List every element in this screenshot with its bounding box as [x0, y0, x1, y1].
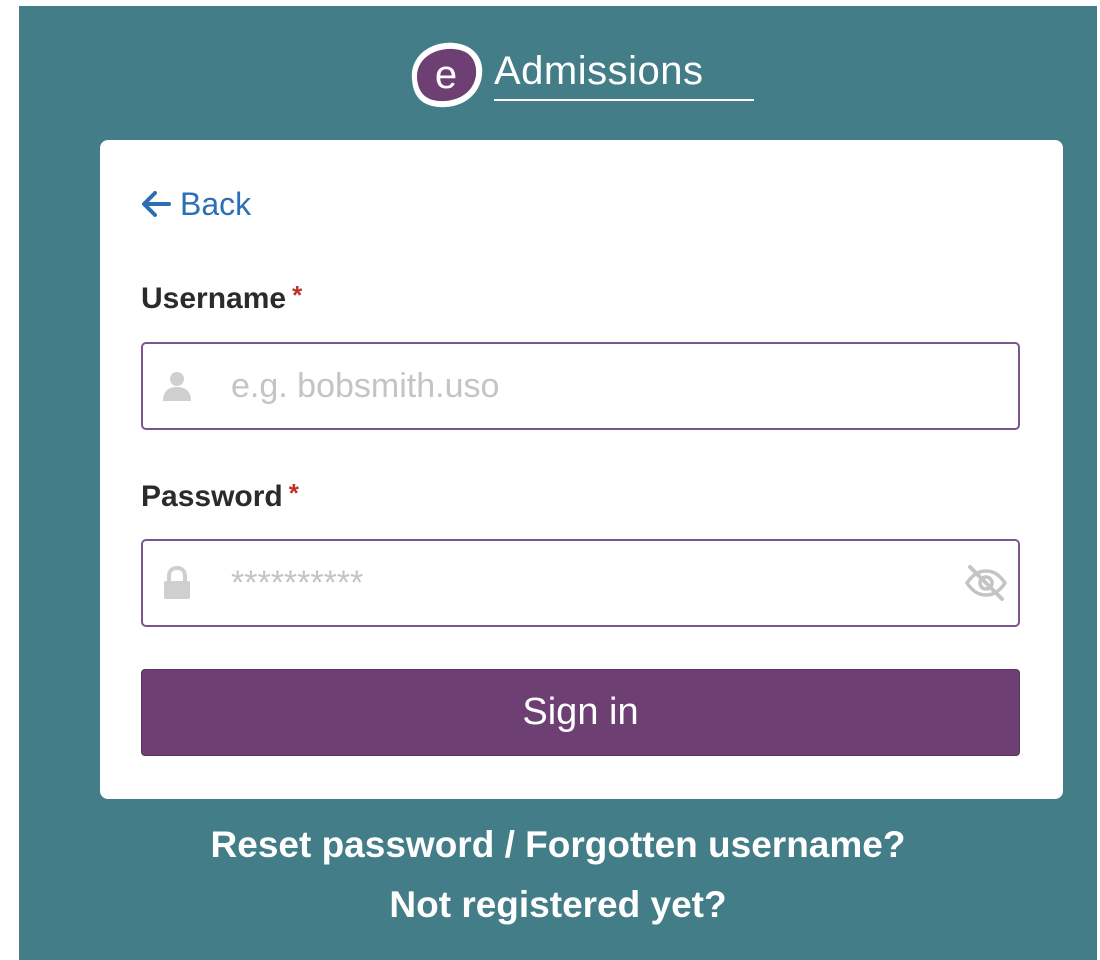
logo-underline — [494, 99, 754, 101]
password-field[interactable] — [141, 539, 1020, 627]
logo-mark-letter: e — [435, 53, 457, 97]
required-marker: * — [292, 280, 303, 310]
logo-text: Admissions — [494, 49, 704, 93]
login-page: e Admissions Back Username* Password* — [19, 6, 1097, 960]
username-label-text: Username — [141, 282, 287, 315]
required-marker: * — [288, 478, 299, 508]
sign-in-button[interactable]: Sign in — [141, 669, 1020, 756]
login-card: Back Username* Password* — [100, 140, 1063, 799]
back-link[interactable]: Back — [140, 184, 251, 224]
register-link[interactable]: Not registered yet? — [19, 884, 1097, 926]
logo-mark-icon: e — [411, 42, 483, 108]
eadmissions-logo: e Admissions — [406, 39, 756, 111]
password-label-text: Password — [141, 480, 283, 513]
user-icon — [163, 372, 191, 401]
password-input[interactable] — [231, 555, 951, 611]
lock-icon — [164, 565, 190, 599]
reset-password-link[interactable]: Reset password / Forgotten username? — [19, 824, 1097, 866]
password-label: Password * — [141, 478, 299, 514]
eye-slash-icon[interactable] — [964, 563, 1008, 603]
back-label: Back — [180, 185, 252, 222]
username-label: Username * — [141, 280, 302, 316]
arrow-left-icon — [142, 191, 171, 217]
username-input[interactable] — [231, 358, 951, 414]
username-field[interactable] — [141, 342, 1020, 430]
